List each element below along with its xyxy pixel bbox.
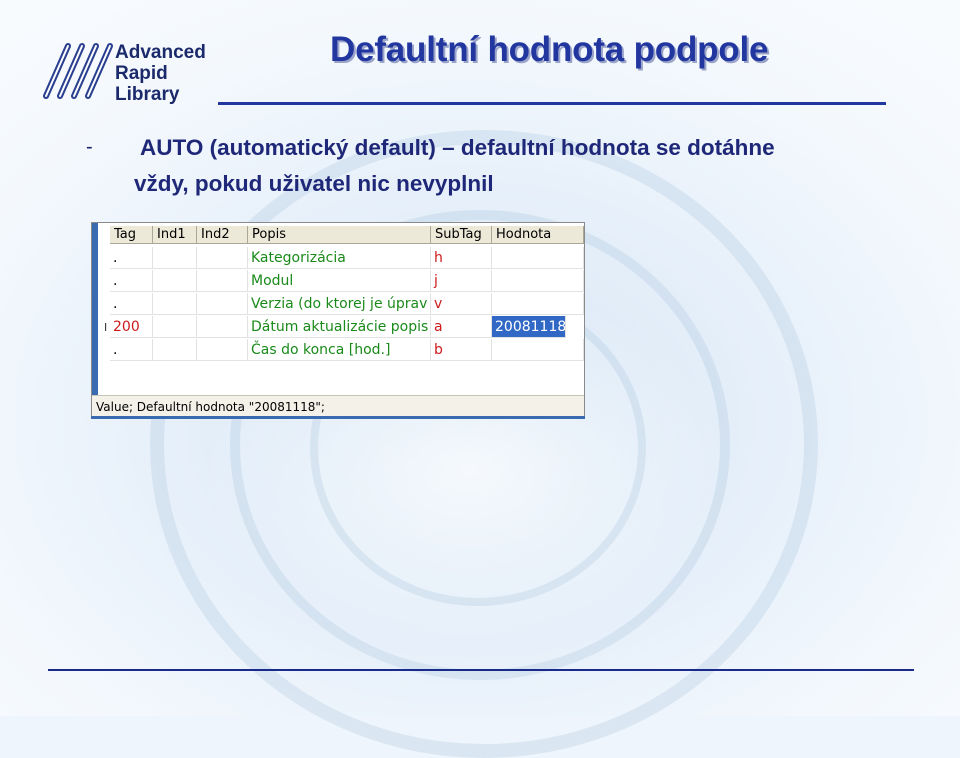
cell-subtag[interactable]: h [431, 247, 492, 269]
column-header-hodnota[interactable]: Hodnota [492, 226, 584, 244]
cell-popis[interactable]: Modul [248, 270, 431, 292]
bullet-line-1: AUTO (automatický default) – defaultní h… [140, 135, 775, 160]
cell-ind1[interactable] [153, 270, 197, 292]
bullet-marker: - [86, 136, 93, 158]
cell-subtag[interactable]: j [431, 270, 492, 292]
cell-ind2[interactable] [197, 339, 248, 361]
field-grid-window: Tag Ind1 Ind2 Popis SubTag Hodnota . Kat… [91, 222, 585, 418]
window-bottom-edge [91, 416, 585, 419]
cell-ind1[interactable] [153, 316, 197, 338]
cell-ind2[interactable] [197, 316, 248, 338]
title-underline [218, 102, 886, 105]
cell-subtag[interactable]: a [431, 316, 492, 338]
cell-ind1[interactable] [153, 293, 197, 315]
cell-tag[interactable]: . [110, 339, 153, 361]
logo-line-3: Library [115, 84, 180, 105]
column-header-tag[interactable]: Tag [110, 226, 153, 244]
logo-text: Advanced Rapid Library [115, 42, 206, 105]
cell-ind2[interactable] [197, 293, 248, 315]
cell-hodnota[interactable] [492, 247, 584, 269]
cell-ind2[interactable] [197, 270, 248, 292]
column-header-ind1[interactable]: Ind1 [153, 226, 197, 244]
cell-tag[interactable]: . [110, 247, 153, 269]
logo-stripes-icon [43, 43, 113, 99]
cell-tag[interactable]: 200 [110, 316, 153, 338]
cell-subtag[interactable]: v [431, 293, 492, 315]
bullet-line-2: vždy, pokud uživatel nic nevyplnil [134, 171, 494, 196]
cell-tag[interactable]: . [110, 270, 153, 292]
logo-line-2: Rapid [115, 63, 168, 84]
cell-hodnota-selected[interactable]: 20081118 [492, 316, 566, 338]
cell-ind2[interactable] [197, 247, 248, 269]
cell-hodnota[interactable] [492, 293, 584, 315]
cell-ind1[interactable] [153, 247, 197, 269]
subfield-grid[interactable]: Tag Ind1 Ind2 Popis SubTag Hodnota . Kat… [98, 223, 584, 395]
column-header-subtag[interactable]: SubTag [431, 226, 492, 244]
cell-ind1[interactable] [153, 339, 197, 361]
cell-popis[interactable]: Kategorizácia [248, 247, 431, 269]
cell-popis[interactable]: Dátum aktualizácie popis [248, 316, 431, 338]
column-header-ind2[interactable]: Ind2 [197, 226, 248, 244]
status-bar: Value; Defaultní hodnota "20081118"; [92, 395, 584, 417]
slide-title: Defaultní hodnota podpole [330, 30, 769, 69]
column-header-popis[interactable]: Popis [248, 226, 431, 244]
bullet-text: AUTO (automatický default) – defaultní h… [134, 130, 900, 202]
footer-rule [48, 669, 914, 671]
logo-line-1: Advanced [115, 42, 206, 63]
cell-hodnota[interactable] [492, 270, 584, 292]
cell-popis[interactable]: Čas do konca [hod.] [248, 339, 431, 361]
cell-popis[interactable]: Verzia (do ktorej je úprav [248, 293, 431, 315]
cell-tag[interactable]: . [110, 293, 153, 315]
cell-hodnota[interactable] [492, 339, 584, 361]
cell-subtag[interactable]: b [431, 339, 492, 361]
